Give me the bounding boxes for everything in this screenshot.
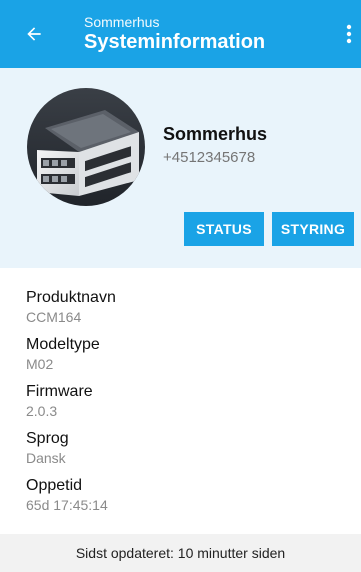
title-block: Sommerhus Systeminformation <box>84 14 265 54</box>
info-item-firmware: Firmware 2.0.3 <box>26 382 116 420</box>
info-label: Modeltype <box>26 336 100 353</box>
styring-button[interactable]: STYRING <box>272 212 354 246</box>
back-button[interactable] <box>20 20 48 48</box>
device-image <box>27 88 145 206</box>
info-label: Sprog <box>26 430 69 447</box>
info-item-sprog: Sprog Dansk <box>26 429 116 467</box>
info-value: M02 <box>26 356 54 372</box>
app-bar-subtitle: Sommerhus <box>84 14 160 30</box>
info-label: Produktnavn <box>26 289 116 306</box>
info-label: Oppetid <box>26 477 83 494</box>
info-value: CCM164 <box>26 309 82 325</box>
arrow-left-icon <box>27 27 41 41</box>
device-name: Sommerhus <box>163 124 268 144</box>
info-label: Firmware <box>26 383 93 400</box>
info-item-modeltype: Modeltype M02 <box>26 335 116 373</box>
app-bar: Sommerhus Systeminformation <box>0 0 361 68</box>
device-phone-number: +4512345678 <box>163 149 256 166</box>
more-vert-icon <box>346 24 352 44</box>
info-value: 65d 17:45:14 <box>26 497 108 513</box>
last-updated-footer: Sidst opdateret: 10 minutter siden <box>0 534 361 572</box>
page-title: Systeminformation <box>84 31 266 53</box>
status-button[interactable]: STATUS <box>184 212 264 246</box>
info-value: Dansk <box>26 450 66 466</box>
overflow-menu-button[interactable] <box>337 20 361 48</box>
system-info-list: Produktnavn CCM164 Modeltype M02 Firmwar… <box>26 288 116 523</box>
device-header: Sommerhus +4512345678 STATUS STYRING <box>0 68 361 268</box>
last-updated-text: Sidst opdateret: 10 minutter siden <box>75 545 286 561</box>
info-item-oppetid: Oppetid 65d 17:45:14 <box>26 476 116 514</box>
info-value: 2.0.3 <box>26 403 58 419</box>
info-item-produktnavn: Produktnavn CCM164 <box>26 288 116 326</box>
